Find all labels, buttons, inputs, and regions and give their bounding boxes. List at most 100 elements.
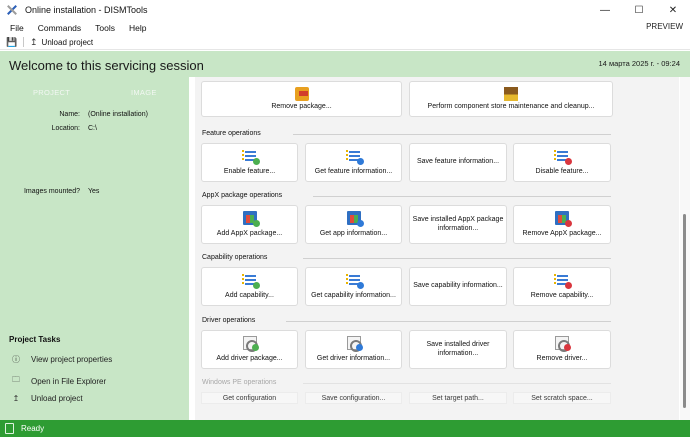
feature-list-icon [345,149,364,165]
images-mounted-label: Images mounted? [23,188,80,195]
preview-label: PREVIEW [646,22,683,31]
menu-help[interactable]: Help [129,23,146,33]
window-title: Online installation - DISMTools [25,5,148,15]
task-label: View project properties [31,355,113,364]
save-icon[interactable]: 💾 [6,37,17,47]
add-capability-tile[interactable]: Add capability... [201,267,298,306]
welcome-header: Welcome to this servicing session 14 мар… [0,51,690,77]
get-driver-info-tile[interactable]: Get driver information... [305,330,402,369]
title-bar: Online installation - DISMTools — ☐ ✕ [0,0,690,20]
get-app-info-tile[interactable]: Get app information... [305,205,402,244]
feature-list-icon [554,149,572,165]
tile-label: Get driver information... [316,354,391,362]
menu-file[interactable]: File [10,23,24,33]
driver-gear-icon [346,336,363,352]
save-capability-info-tile[interactable]: Save capability information... [409,267,507,306]
unload-project-label: Unload project [41,37,94,47]
minimize-button[interactable]: — [588,0,622,20]
maximize-button[interactable]: ☐ [622,0,656,20]
plus-badge-icon [252,282,260,289]
status-bar: Ready [0,420,690,437]
section-title-drivers: Driver operations [202,317,256,324]
task-open-in-file-explorer[interactable]: 🗀 Open in File Explorer [11,374,106,388]
plus-badge-icon [251,344,259,351]
folder-icon: 🗀 [12,375,20,384]
task-label: Open in File Explorer [31,376,107,386]
tab-image[interactable]: IMAGE [131,88,157,97]
info-badge-icon [356,220,364,227]
section-divider [293,134,611,135]
tile-label: Perform component store maintenance and … [427,102,595,110]
save-appx-info-tile[interactable]: Save installed AppX package information.… [409,205,507,244]
menu-tools[interactable]: Tools [95,23,115,33]
remove-capability-tile[interactable]: Remove capability... [513,267,611,306]
tile-label: Add AppX package... [216,229,283,237]
document-icon [5,423,14,434]
name-label: Name: [59,111,80,118]
images-mounted-value: Yes [88,188,100,195]
session-datetime: 14 марта 2025 г. - 09:24 [598,59,680,68]
tile-label: Add driver package... [216,354,283,362]
tile-label: Get app information... [319,229,388,237]
capability-list-icon [345,273,364,289]
status-text: Ready [21,424,45,433]
set-scratch-space-button[interactable]: Set scratch space... [513,392,611,404]
scrollbar-thumb[interactable] [683,214,686,408]
disable-feature-tile[interactable]: Disable feature... [513,143,611,182]
feature-list-icon [241,149,260,165]
section-divider [303,258,611,259]
remove-driver-tile[interactable]: Remove driver... [513,330,611,369]
tile-label: Remove AppX package... [522,229,602,237]
unload-project-button[interactable]: ↥ Unload project [30,37,93,48]
component-cleanup-tile[interactable]: Perform component store maintenance and … [409,81,613,117]
close-button[interactable]: ✕ [656,0,690,20]
section-title-features: Feature operations [202,130,261,137]
location-value: C:\ [88,125,97,132]
task-label: Unload project [31,394,83,403]
tab-project[interactable]: PROJECT [33,88,70,97]
tile-label: Remove package... [271,102,332,110]
save-driver-info-tile[interactable]: Save installed driver information... [409,330,507,369]
remove-package-tile[interactable]: Remove package... [201,81,402,117]
add-driver-package-tile[interactable]: Add driver package... [201,330,298,369]
tile-label: Get capability information... [311,291,396,299]
section-title-capabilities: Capability operations [202,254,268,261]
remove-appx-package-tile[interactable]: Remove AppX package... [513,205,611,244]
upload-arrow-icon: ↥ [12,394,20,403]
get-configuration-button[interactable]: Get configuration [201,392,298,404]
sidebar: PROJECT IMAGE Name: (Online installation… [0,77,189,420]
menu-commands[interactable]: Commands [38,23,81,33]
get-capability-info-tile[interactable]: Get capability information... [305,267,402,306]
add-appx-package-tile[interactable]: Add AppX package... [201,205,298,244]
vertical-scrollbar[interactable] [680,77,690,420]
enable-feature-tile[interactable]: Enable feature... [201,143,298,182]
appx-store-icon [346,211,364,227]
tile-label: Remove capability... [530,291,594,299]
appx-store-icon [242,211,260,227]
toolbar-separator [23,37,24,47]
section-divider [286,321,611,322]
save-feature-info-tile[interactable]: Save feature information... [409,143,507,182]
operations-panel: Remove package... Perform component stor… [195,77,679,420]
save-configuration-button[interactable]: Save configuration... [305,392,402,404]
driver-gear-icon [242,336,259,352]
window-controls: — ☐ ✕ [588,0,690,20]
tile-label: Get feature information... [314,167,393,175]
info-badge-icon [356,282,364,289]
get-feature-info-tile[interactable]: Get feature information... [305,143,402,182]
tile-label: Save feature information... [416,158,500,166]
task-view-project-properties[interactable]: ⓘ View project properties [11,354,112,365]
remove-badge-icon [565,158,572,165]
broom-icon [504,87,518,101]
tile-label: Remove driver... [536,354,588,362]
location-label: Location: [51,125,80,132]
tile-label: Save installed AppX package information.… [412,216,504,232]
section-divider [313,196,611,197]
info-badge-icon [355,344,363,351]
dismtools-app-icon [7,5,17,15]
task-unload-project[interactable]: ↥ Unload project [11,394,83,403]
plus-badge-icon [252,220,260,227]
upload-arrow-icon: ↥ [30,36,38,47]
capability-list-icon [241,273,260,289]
set-target-path-button[interactable]: Set target path... [409,392,507,404]
